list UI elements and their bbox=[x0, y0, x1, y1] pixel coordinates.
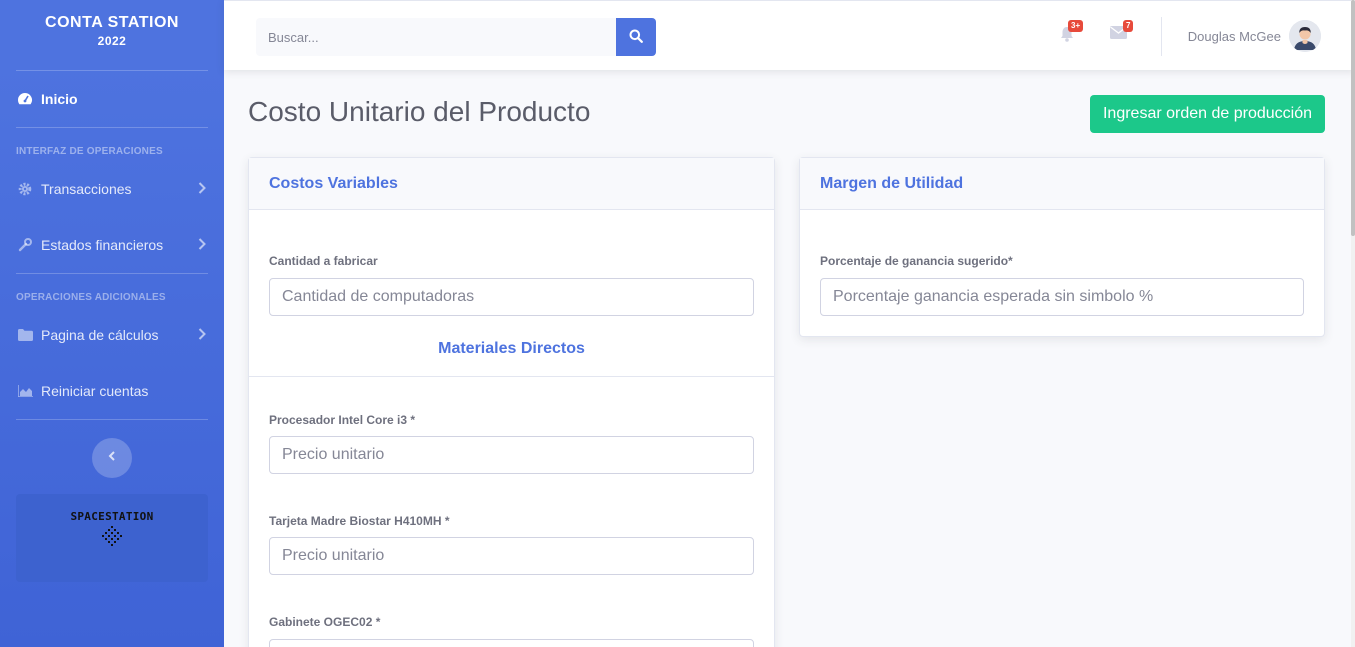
search-form bbox=[256, 18, 656, 56]
card-title: Margen de Utilidad bbox=[800, 158, 1324, 210]
materiales-directos-title: Materiales Directos bbox=[438, 340, 585, 357]
sidebar-brand[interactable]: CONTA STATION 2022 bbox=[0, 0, 224, 70]
sidebar-heading: OPERACIONES ADICIONALES bbox=[16, 292, 166, 303]
brand-year: 2022 bbox=[97, 34, 127, 48]
cantidad-input[interactable] bbox=[269, 278, 754, 316]
wrench-icon bbox=[16, 236, 34, 254]
cog-icon bbox=[16, 180, 34, 198]
chevron-right-icon bbox=[198, 237, 206, 253]
gabinete-label: Gabinete OGEC02 * bbox=[269, 615, 381, 629]
section-divider bbox=[249, 376, 774, 377]
chevron-right-icon bbox=[198, 181, 206, 197]
sidebar-item-label: Inicio bbox=[41, 91, 78, 107]
topbar: 3+ 7 Douglas McGee bbox=[224, 0, 1355, 70]
card-title: Costos Variables bbox=[249, 158, 774, 210]
user-name: Douglas McGee bbox=[1187, 28, 1281, 44]
page-title: Costo Unitario del Producto bbox=[248, 96, 591, 127]
ingresar-orden-button[interactable]: Ingresar orden de producción bbox=[1090, 95, 1325, 133]
promo-name: SPACESTATION bbox=[70, 510, 154, 523]
sidebar-heading: INTERFAZ DE OPERACIONES bbox=[16, 146, 163, 157]
scrollbar-thumb[interactable] bbox=[1351, 0, 1355, 236]
porcentaje-ganancia-input[interactable] bbox=[820, 278, 1304, 316]
sidebar-divider bbox=[16, 127, 208, 128]
chevron-left-icon bbox=[108, 449, 116, 467]
gabinete-price-input[interactable] bbox=[269, 639, 754, 647]
sidebar-item-label: Pagina de cálculos bbox=[41, 327, 159, 343]
margen-utilidad-card: Margen de Utilidad Porcentaje de gananci… bbox=[799, 157, 1325, 337]
sidebar-divider bbox=[16, 419, 208, 420]
sidebar-toggle-button[interactable] bbox=[92, 438, 132, 478]
alerts-dropdown[interactable]: 3+ bbox=[1060, 20, 1084, 46]
page-scrollbar[interactable] bbox=[1351, 0, 1355, 647]
sidebar-promo-card: SPACESTATION bbox=[16, 494, 208, 582]
diamond-logo-icon bbox=[101, 526, 123, 551]
chart-area-icon bbox=[16, 382, 34, 400]
user-dropdown[interactable]: Douglas McGee bbox=[1188, 20, 1321, 52]
avatar bbox=[1289, 20, 1321, 52]
tarjeta-madre-price-input[interactable] bbox=[269, 537, 754, 575]
search-input[interactable] bbox=[256, 18, 616, 56]
chevron-right-icon bbox=[198, 327, 206, 343]
sidebar-item-reiniciar-cuentas[interactable]: Reiniciar cuentas bbox=[0, 363, 224, 419]
porcentaje-label: Porcentaje de ganancia sugerido* bbox=[820, 254, 1013, 268]
sidebar-item-inicio[interactable]: Inicio bbox=[0, 71, 224, 127]
procesador-price-input[interactable] bbox=[269, 436, 754, 474]
alerts-badge: 3+ bbox=[1068, 20, 1084, 32]
sidebar-item-label: Transacciones bbox=[41, 181, 132, 197]
search-button[interactable] bbox=[616, 18, 656, 56]
search-icon bbox=[629, 29, 643, 46]
costos-variables-card: Costos Variables Cantidad a fabricar Mat… bbox=[248, 157, 775, 647]
sidebar-item-estados-financieros[interactable]: Estados financieros bbox=[0, 217, 224, 273]
sidebar-item-label: Estados financieros bbox=[41, 237, 164, 253]
sidebar-item-pagina-calculos[interactable]: Pagina de cálculos bbox=[0, 307, 224, 363]
messages-badge: 7 bbox=[1123, 20, 1134, 32]
sidebar-item-label: Reiniciar cuentas bbox=[41, 383, 149, 399]
sidebar-divider bbox=[16, 273, 208, 274]
sidebar: CONTA STATION 2022 Inicio INTERFAZ DE OP… bbox=[0, 0, 224, 647]
messages-dropdown[interactable]: 7 bbox=[1110, 20, 1134, 46]
cantidad-label: Cantidad a fabricar bbox=[269, 254, 378, 268]
brand-name: CONTA STATION bbox=[45, 14, 179, 31]
folder-icon bbox=[16, 326, 34, 344]
tarjeta-madre-label: Tarjeta Madre Biostar H410MH * bbox=[269, 514, 450, 528]
sidebar-item-transacciones[interactable]: Transacciones bbox=[0, 161, 224, 217]
tachometer-icon bbox=[16, 90, 34, 108]
procesador-label: Procesador Intel Core i3 * bbox=[269, 413, 416, 427]
topbar-divider bbox=[1161, 17, 1162, 56]
